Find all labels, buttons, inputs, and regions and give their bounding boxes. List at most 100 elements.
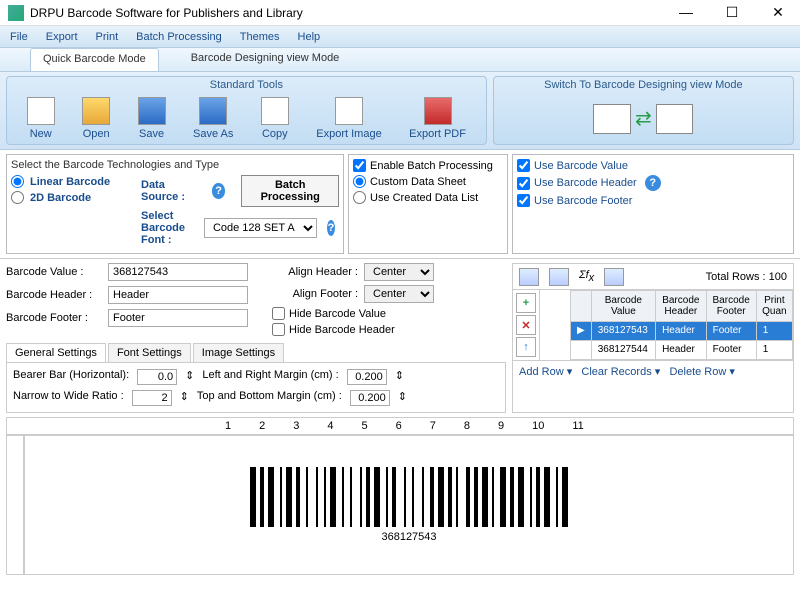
menu-export[interactable]: Export [46,31,78,43]
arrow-right-icon: ⇄ [635,106,652,131]
copy-button[interactable]: Copy [255,95,295,142]
custom-sheet-label: Custom Data Sheet [370,176,466,188]
tb-margin-label: Top and Bottom Margin (cm) : [197,390,342,406]
tab-image-settings[interactable]: Image Settings [193,343,284,362]
barcode-text: 368127543 [381,531,436,543]
barcode-footer-label: Barcode Footer : [6,312,102,324]
barcode-value-label: Barcode Value : [6,266,102,278]
barcode-image [250,467,568,527]
switch-mode-title: Switch To Barcode Designing view Mode [494,77,793,93]
open-icon [82,97,110,125]
use-header-checkbox[interactable] [517,177,530,190]
add-row-button[interactable]: + [516,293,536,313]
menu-print[interactable]: Print [96,31,119,43]
barcode-header-label: Barcode Header : [6,289,102,301]
2d-barcode-label: 2D Barcode [30,192,91,204]
select-tech-label: Select the Barcode Technologies and Type [11,159,339,171]
new-icon [27,97,55,125]
open-button[interactable]: Open [76,95,116,142]
new-button[interactable]: New [21,95,61,142]
barcode-canvas[interactable]: 368127543 [24,435,794,575]
tab-design-mode[interactable]: Barcode Designing view Mode [179,48,352,71]
data-source-label: Data Source : [141,179,202,203]
bearer-bar-label: Bearer Bar (Horizontal): [13,369,129,385]
export-image-icon [335,97,363,125]
switch-mode-button[interactable]: ⇄ [593,99,693,139]
tab-general-settings[interactable]: General Settings [6,343,106,362]
close-button[interactable]: ✕ [764,4,792,21]
minimize-button[interactable]: — [672,4,700,21]
save-icon [138,97,166,125]
data-grid[interactable]: Barcode ValueBarcode HeaderBarcode Foote… [570,290,793,360]
narrow-ratio-label: Narrow to Wide Ratio : [13,390,124,406]
barcode-font-select[interactable]: Code 128 SET A [204,218,317,238]
help-icon-3[interactable]: ? [645,175,661,191]
tab-font-settings[interactable]: Font Settings [108,343,191,362]
batch-processing-button[interactable]: Batch Processing [241,175,339,207]
import-icon[interactable] [549,268,569,286]
created-list-label: Use Created Data List [370,192,478,204]
menu-file[interactable]: File [10,31,28,43]
enable-batch-label: Enable Batch Processing [370,160,493,172]
tb-margin-input[interactable]: 0.200 [350,390,390,406]
created-list-radio[interactable] [353,191,366,204]
app-icon [8,5,24,21]
tab-quick-mode[interactable]: Quick Barcode Mode [30,48,159,71]
spinner-icon[interactable]: ⇕ [180,390,189,406]
align-footer-select[interactable]: Center [364,285,434,303]
lr-margin-label: Left and Right Margin (cm) : [202,369,338,385]
menu-themes[interactable]: Themes [240,31,280,43]
use-footer-checkbox[interactable] [517,194,530,207]
copy-icon [261,97,289,125]
spinner-icon[interactable]: ⇕ [398,390,407,406]
vertical-ruler [6,435,24,575]
hide-header-checkbox[interactable] [272,323,285,336]
save-button[interactable]: Save [132,95,172,142]
bearer-bar-input[interactable]: 0.0 [137,369,177,385]
horizontal-ruler: 1234567891011 [6,417,794,435]
narrow-ratio-input[interactable]: 2 [132,390,172,406]
window-title: DRPU Barcode Software for Publishers and… [30,6,672,20]
align-header-label: Align Header : [272,266,358,278]
hide-value-checkbox[interactable] [272,307,285,320]
use-value-checkbox[interactable] [517,159,530,172]
custom-sheet-radio[interactable] [353,175,366,188]
menu-batch[interactable]: Batch Processing [136,31,222,43]
enable-batch-checkbox[interactable] [353,159,366,172]
export-pdf-button[interactable]: Export PDF [403,95,472,142]
help-icon[interactable]: ? [212,183,226,199]
add-row-link[interactable]: Add Row [519,366,564,378]
standard-tools-title: Standard Tools [7,77,486,93]
use-header-label: Use Barcode Header [534,177,637,189]
align-footer-label: Align Footer : [272,288,358,300]
clear-records-link[interactable]: Clear Records [581,366,651,378]
export-pdf-icon [424,97,452,125]
menu-help[interactable]: Help [298,31,321,43]
spinner-icon[interactable]: ⇕ [395,369,404,385]
save-as-button[interactable]: Save As [187,95,239,142]
delete-row-link[interactable]: Delete Row [669,366,726,378]
lr-margin-input[interactable]: 0.200 [347,369,387,385]
delete-row-button[interactable]: ✕ [516,315,536,335]
use-value-label: Use Barcode Value [534,160,628,172]
linear-barcode-label: Linear Barcode [30,176,110,188]
table-row[interactable]: ▶368127543HeaderFooter1 [571,321,793,340]
excel-icon[interactable] [519,268,539,286]
export-image-button[interactable]: Export Image [310,95,387,142]
design-preview-icon [656,104,694,134]
barcode-header-input[interactable] [108,286,248,304]
2d-barcode-radio[interactable] [11,191,24,204]
table-row[interactable]: 368127544HeaderFooter1 [571,340,793,359]
help-icon-2[interactable]: ? [327,220,335,236]
hide-value-label: Hide Barcode Value [289,308,386,320]
barcode-footer-input[interactable] [108,309,248,327]
formula-icon[interactable]: Σfx [579,269,594,284]
align-header-select[interactable]: Center [364,263,434,281]
linear-barcode-radio[interactable] [11,175,24,188]
barcode-value-input[interactable] [108,263,248,281]
spinner-icon[interactable]: ⇕ [185,369,194,385]
move-up-button[interactable]: ↑ [516,337,536,357]
export-icon[interactable] [604,268,624,286]
maximize-button[interactable]: ☐ [718,4,746,21]
use-footer-label: Use Barcode Footer [534,195,632,207]
